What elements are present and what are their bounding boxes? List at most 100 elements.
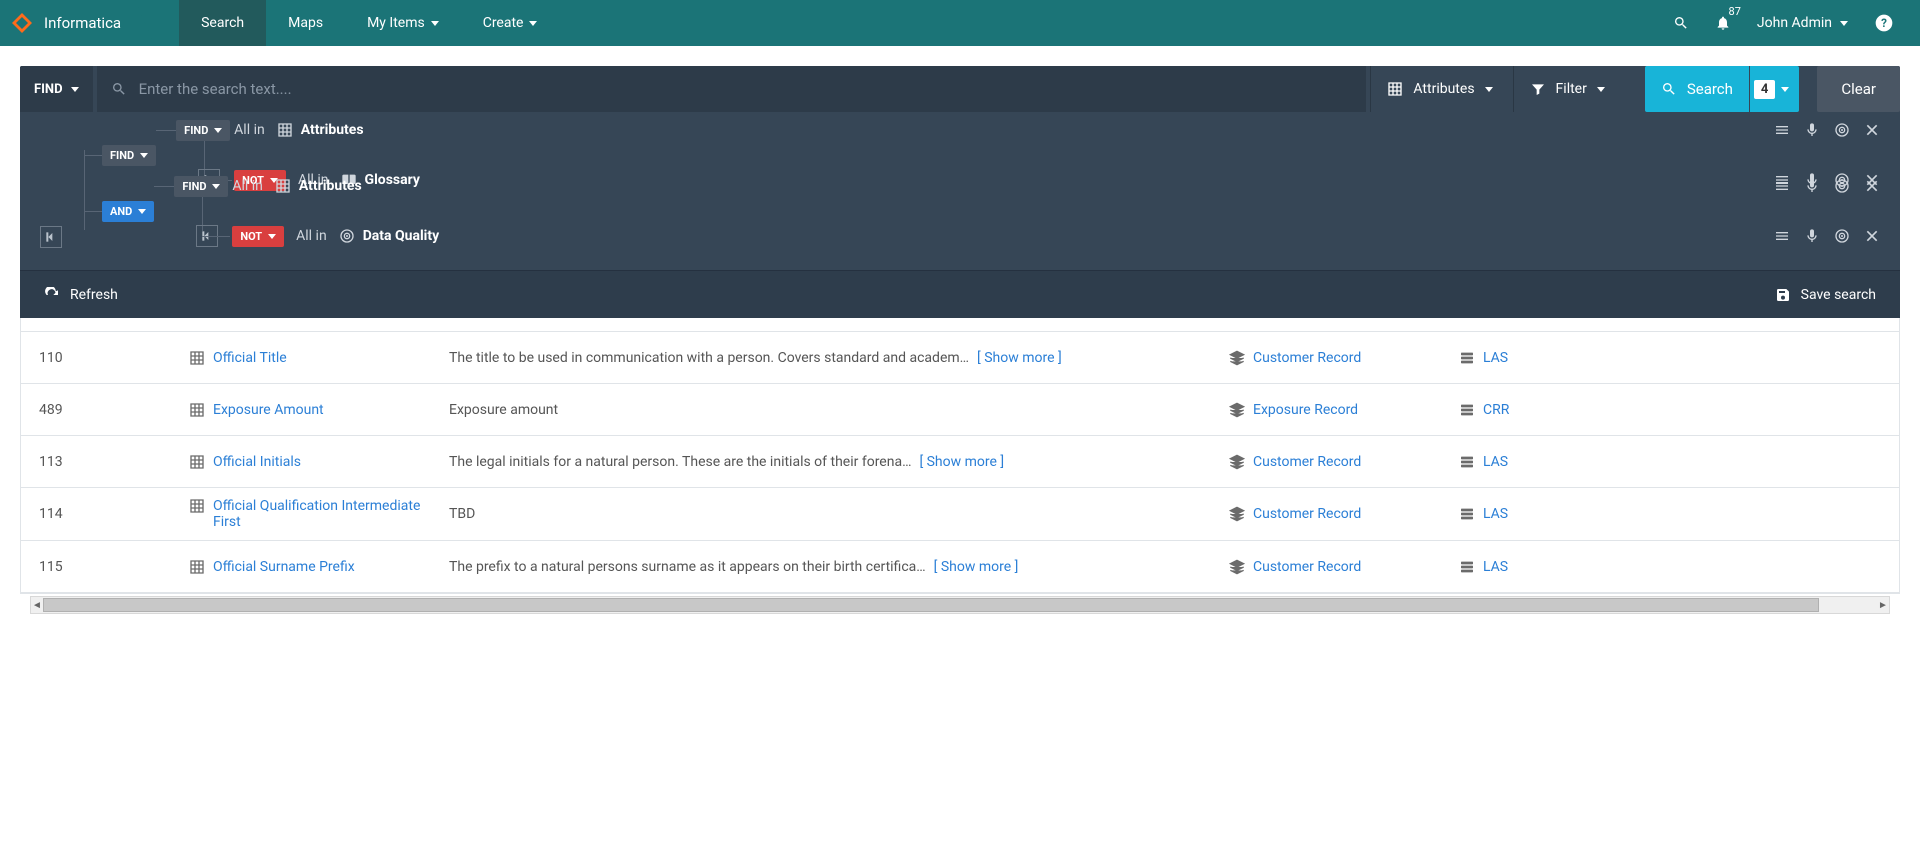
stack-icon bbox=[1229, 350, 1245, 366]
result-name-link[interactable]: Official Title bbox=[213, 350, 287, 366]
show-more-link[interactable]: [ Show more ] bbox=[934, 559, 1019, 575]
disk-icon bbox=[1459, 454, 1475, 470]
show-more-link[interactable]: [ Show more ] bbox=[919, 454, 1004, 470]
result-id: 489 bbox=[39, 402, 189, 418]
menu-icon bbox=[1774, 122, 1790, 138]
result-id: 113 bbox=[39, 454, 189, 470]
grid-icon bbox=[189, 402, 205, 418]
grid-icon bbox=[189, 498, 205, 514]
result-desc-cell: TBD bbox=[449, 506, 1229, 522]
result-system-cell: LAS bbox=[1459, 350, 1508, 366]
chevron-down-icon bbox=[1840, 21, 1848, 26]
stack-icon bbox=[1229, 402, 1245, 418]
results-table: 110Official TitleThe title to be used in… bbox=[20, 318, 1900, 594]
refresh-button[interactable]: Refresh bbox=[44, 287, 118, 303]
result-record-link[interactable]: Customer Record bbox=[1253, 454, 1361, 470]
query-row: AND FIND All in bbox=[102, 192, 1880, 230]
nav-create[interactable]: Create bbox=[461, 0, 560, 46]
refresh-icon bbox=[44, 287, 60, 303]
result-system-link[interactable]: CRR bbox=[1483, 402, 1509, 418]
menu-button[interactable] bbox=[1774, 178, 1790, 194]
operator-chip-find[interactable]: FIND bbox=[174, 176, 228, 197]
close-icon bbox=[1864, 228, 1880, 244]
mic-button[interactable] bbox=[1804, 228, 1820, 244]
target-button[interactable] bbox=[1834, 122, 1850, 138]
scope-attributes[interactable]: Attributes bbox=[277, 122, 364, 138]
query-builder: FIND FIND All in bbox=[20, 112, 1900, 270]
save-icon bbox=[1775, 287, 1791, 303]
filter-dropdown[interactable]: Filter bbox=[1513, 66, 1621, 112]
result-name-link[interactable]: Official Qualification Intermediate Firs… bbox=[213, 498, 449, 530]
grid-icon bbox=[189, 559, 205, 575]
target-button[interactable] bbox=[1834, 178, 1850, 194]
result-record-link[interactable]: Customer Record bbox=[1253, 506, 1361, 522]
clear-button[interactable]: Clear bbox=[1817, 66, 1900, 112]
nav-maps[interactable]: Maps bbox=[266, 0, 345, 46]
menu-button[interactable] bbox=[1774, 122, 1790, 138]
search-input[interactable] bbox=[139, 80, 1353, 98]
mic-button[interactable] bbox=[1804, 122, 1820, 138]
disk-icon bbox=[1459, 350, 1475, 366]
chevron-down-icon bbox=[1485, 87, 1493, 92]
collapse-group-button[interactable] bbox=[40, 226, 62, 248]
result-desc-cell: The title to be used in communication wi… bbox=[449, 350, 1229, 366]
result-name-link[interactable]: Exposure Amount bbox=[213, 402, 324, 418]
nav-create-label: Create bbox=[483, 15, 524, 31]
chevron-down-icon bbox=[71, 87, 79, 92]
global-search-button[interactable] bbox=[1673, 15, 1689, 31]
result-record-link[interactable]: Customer Record bbox=[1253, 559, 1361, 575]
notifications-button[interactable]: 87 bbox=[1715, 15, 1731, 31]
operator-chip-not[interactable]: NOT bbox=[232, 226, 284, 247]
result-name-link[interactable]: Official Surname Prefix bbox=[213, 559, 355, 575]
remove-button[interactable] bbox=[1864, 228, 1880, 244]
result-desc-cell: The prefix to a natural persons surname … bbox=[449, 559, 1229, 575]
scroll-right-arrow[interactable]: ► bbox=[1875, 597, 1891, 613]
operator-chip-find[interactable]: FIND bbox=[102, 145, 156, 166]
nav-myitems[interactable]: My Items bbox=[345, 0, 461, 46]
remove-button[interactable] bbox=[1864, 122, 1880, 138]
results-toolbar: Refresh Save search bbox=[20, 270, 1900, 318]
clause-actions bbox=[1774, 228, 1880, 244]
scroll-thumb[interactable] bbox=[43, 598, 1819, 612]
mic-icon bbox=[1804, 178, 1820, 194]
attributes-dropdown[interactable]: Attributes bbox=[1370, 66, 1508, 112]
result-system-link[interactable]: LAS bbox=[1483, 559, 1508, 575]
mic-button[interactable] bbox=[1804, 178, 1820, 194]
result-name-cell: Official Surname Prefix bbox=[189, 559, 449, 575]
result-system-link[interactable]: LAS bbox=[1483, 506, 1508, 522]
scope-attributes[interactable]: Attributes bbox=[275, 178, 362, 194]
result-record-link[interactable]: Customer Record bbox=[1253, 350, 1361, 366]
nav-search[interactable]: Search bbox=[179, 0, 266, 46]
clause-actions bbox=[1774, 178, 1880, 194]
disk-icon bbox=[1459, 506, 1475, 522]
find-operator-label: FIND bbox=[34, 82, 63, 97]
operator-chip-find[interactable]: FIND bbox=[176, 120, 230, 141]
result-record-link[interactable]: Exposure Record bbox=[1253, 402, 1358, 418]
target-button[interactable] bbox=[1834, 228, 1850, 244]
menu-button[interactable] bbox=[1774, 228, 1790, 244]
help-icon bbox=[1874, 13, 1894, 33]
search-button-label: Search bbox=[1687, 80, 1733, 98]
remove-button[interactable] bbox=[1864, 178, 1880, 194]
menu-icon bbox=[1774, 178, 1790, 194]
result-system-link[interactable]: LAS bbox=[1483, 454, 1508, 470]
horizontal-scrollbar[interactable]: ◄ ► bbox=[30, 596, 1890, 614]
table-row: 110Official TitleThe title to be used in… bbox=[21, 332, 1899, 384]
help-button[interactable] bbox=[1874, 13, 1894, 33]
search-button[interactable]: Search bbox=[1645, 66, 1749, 112]
result-name-link[interactable]: Official Initials bbox=[213, 454, 301, 470]
brand[interactable]: Informatica bbox=[0, 0, 135, 46]
clause-actions bbox=[1774, 122, 1880, 138]
mic-icon bbox=[1804, 228, 1820, 244]
top-bar: Informatica Search Maps My Items Create … bbox=[0, 0, 1920, 46]
save-search-button[interactable]: Save search bbox=[1775, 287, 1876, 303]
user-menu[interactable]: John Admin bbox=[1757, 15, 1848, 31]
main: FIND Attributes Filter Search bbox=[0, 46, 1920, 614]
operator-chip-and[interactable]: AND bbox=[102, 201, 154, 222]
result-system-link[interactable]: LAS bbox=[1483, 350, 1508, 366]
table-row: 489Exposure AmountExposure amountExposur… bbox=[21, 384, 1899, 436]
show-more-link[interactable]: [ Show more ] bbox=[977, 350, 1062, 366]
search-count-dropdown[interactable]: 4 bbox=[1750, 66, 1799, 112]
find-operator-button[interactable]: FIND bbox=[20, 66, 93, 112]
scope-dataquality[interactable]: Data Quality bbox=[339, 228, 439, 244]
